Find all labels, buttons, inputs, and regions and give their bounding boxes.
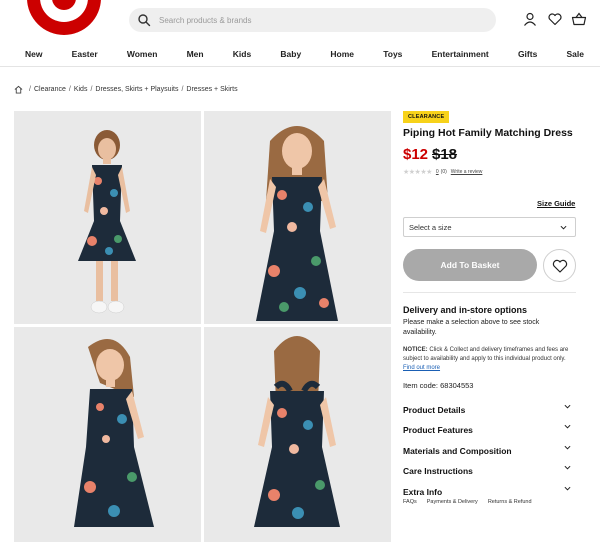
chevron-down-icon (564, 445, 571, 450)
nav-item-entertainment[interactable]: Entertainment (432, 44, 489, 66)
product-photo-front[interactable] (14, 111, 201, 324)
nav-item-men[interactable]: Men (187, 44, 204, 66)
accordion-product-details[interactable]: Product Details (403, 400, 573, 415)
breadcrumb-kids[interactable]: Kids (74, 86, 88, 93)
basket-icon[interactable] (571, 11, 587, 27)
nav-item-kids[interactable]: Kids (233, 44, 251, 66)
heart-icon (552, 259, 568, 273)
rating-total: (0) (440, 169, 447, 175)
breadcrumb: / Clearance / Kids / Dresses, Skirts + P… (14, 85, 238, 94)
delivery-notice: NOTICE: Click & Collect and delivery tim… (403, 346, 576, 373)
delivery-text: Please make a selection above to see sto… (403, 319, 540, 336)
size-select[interactable]: Select a size (403, 217, 576, 237)
chevron-down-icon (560, 225, 567, 230)
target-logo[interactable] (26, 0, 102, 36)
item-code: Item code: 68304553 (403, 381, 474, 390)
rating-stars-icon: ★★★★★ (403, 169, 432, 176)
nav-item-sale[interactable]: Sale (567, 44, 585, 66)
nav-item-home[interactable]: Home (330, 44, 354, 66)
search-input[interactable] (159, 8, 479, 32)
accordion-label: Product Details (403, 405, 466, 415)
account-icon[interactable] (522, 11, 538, 27)
accordion-label: Materials and Composition (403, 446, 512, 456)
product-title: Piping Hot Family Matching Dress (403, 127, 573, 139)
breadcrumb-separator: / (181, 86, 184, 93)
category-nav: New Easter Women Men Kids Baby Home Toys… (0, 44, 600, 66)
chevron-down-icon (564, 424, 571, 429)
nav-item-toys[interactable]: Toys (383, 44, 402, 66)
original-price: $18 (432, 146, 458, 163)
product-photo-front-closeup[interactable] (204, 111, 391, 324)
search-bar[interactable] (129, 8, 496, 32)
payments-delivery-link[interactable]: Payments & Delivery (427, 499, 478, 505)
section-divider (403, 292, 576, 293)
add-to-wishlist-button[interactable] (543, 249, 576, 282)
rating-count[interactable]: 0 (436, 169, 439, 175)
rating-summary: ★★★★★ 0 (0) Write a review (403, 168, 482, 176)
product-photo-side[interactable] (14, 327, 201, 542)
breadcrumb-clearance[interactable]: Clearance (34, 86, 66, 93)
nav-item-gifts[interactable]: Gifts (518, 44, 537, 66)
breadcrumb-separator: / (29, 86, 31, 93)
faqs-link[interactable]: FAQs (403, 499, 417, 505)
nav-item-easter[interactable]: Easter (72, 44, 98, 66)
size-select-label: Select a size (409, 223, 452, 232)
product-photo-back[interactable] (204, 327, 391, 542)
search-icon[interactable] (137, 13, 151, 27)
size-guide-link[interactable]: Size Guide (537, 199, 575, 208)
breadcrumb-dresses-skirts[interactable]: Dresses + Skirts (186, 86, 237, 93)
notice-label: NOTICE: (403, 347, 428, 353)
nav-item-baby[interactable]: Baby (280, 44, 301, 66)
accordion-label: Product Features (403, 425, 473, 435)
notice-text: Click & Collect and delivery timeframes … (403, 347, 569, 362)
write-review-link[interactable]: Write a review (451, 169, 483, 175)
breadcrumb-separator: / (68, 86, 71, 93)
chevron-down-icon (564, 486, 571, 491)
current-price: $12 (403, 146, 429, 163)
chevron-down-icon (564, 465, 571, 470)
accordion-label: Extra Info (403, 487, 443, 497)
returns-refund-link[interactable]: Returns & Refund (488, 499, 532, 505)
clearance-badge: CLEARANCE (403, 111, 450, 123)
nav-item-women[interactable]: Women (127, 44, 158, 66)
extra-info-links: FAQs Payments & Delivery Returns & Refun… (403, 499, 532, 505)
nav-item-new[interactable]: New (25, 44, 42, 66)
accordion-care-instructions[interactable]: Care Instructions (403, 461, 573, 476)
delivery-title: Delivery and in-store options (403, 305, 528, 315)
accordion-materials-composition[interactable]: Materials and Composition (403, 441, 573, 456)
accordion-label: Care Instructions (403, 466, 473, 476)
accordion-extra-info[interactable]: Extra Info (403, 482, 573, 497)
chevron-down-icon (564, 404, 571, 409)
breadcrumb-separator: / (90, 86, 93, 93)
wishlist-heart-icon[interactable] (547, 11, 563, 27)
accordion-product-features[interactable]: Product Features (403, 420, 573, 435)
breadcrumb-dresses-skirts-playsuits[interactable]: Dresses, Skirts + Playsuits (95, 86, 178, 93)
home-icon[interactable] (14, 85, 23, 94)
find-out-more-link[interactable]: Find out more (403, 365, 440, 371)
nav-divider (0, 66, 600, 67)
add-to-basket-button[interactable]: Add To Basket (403, 249, 537, 281)
